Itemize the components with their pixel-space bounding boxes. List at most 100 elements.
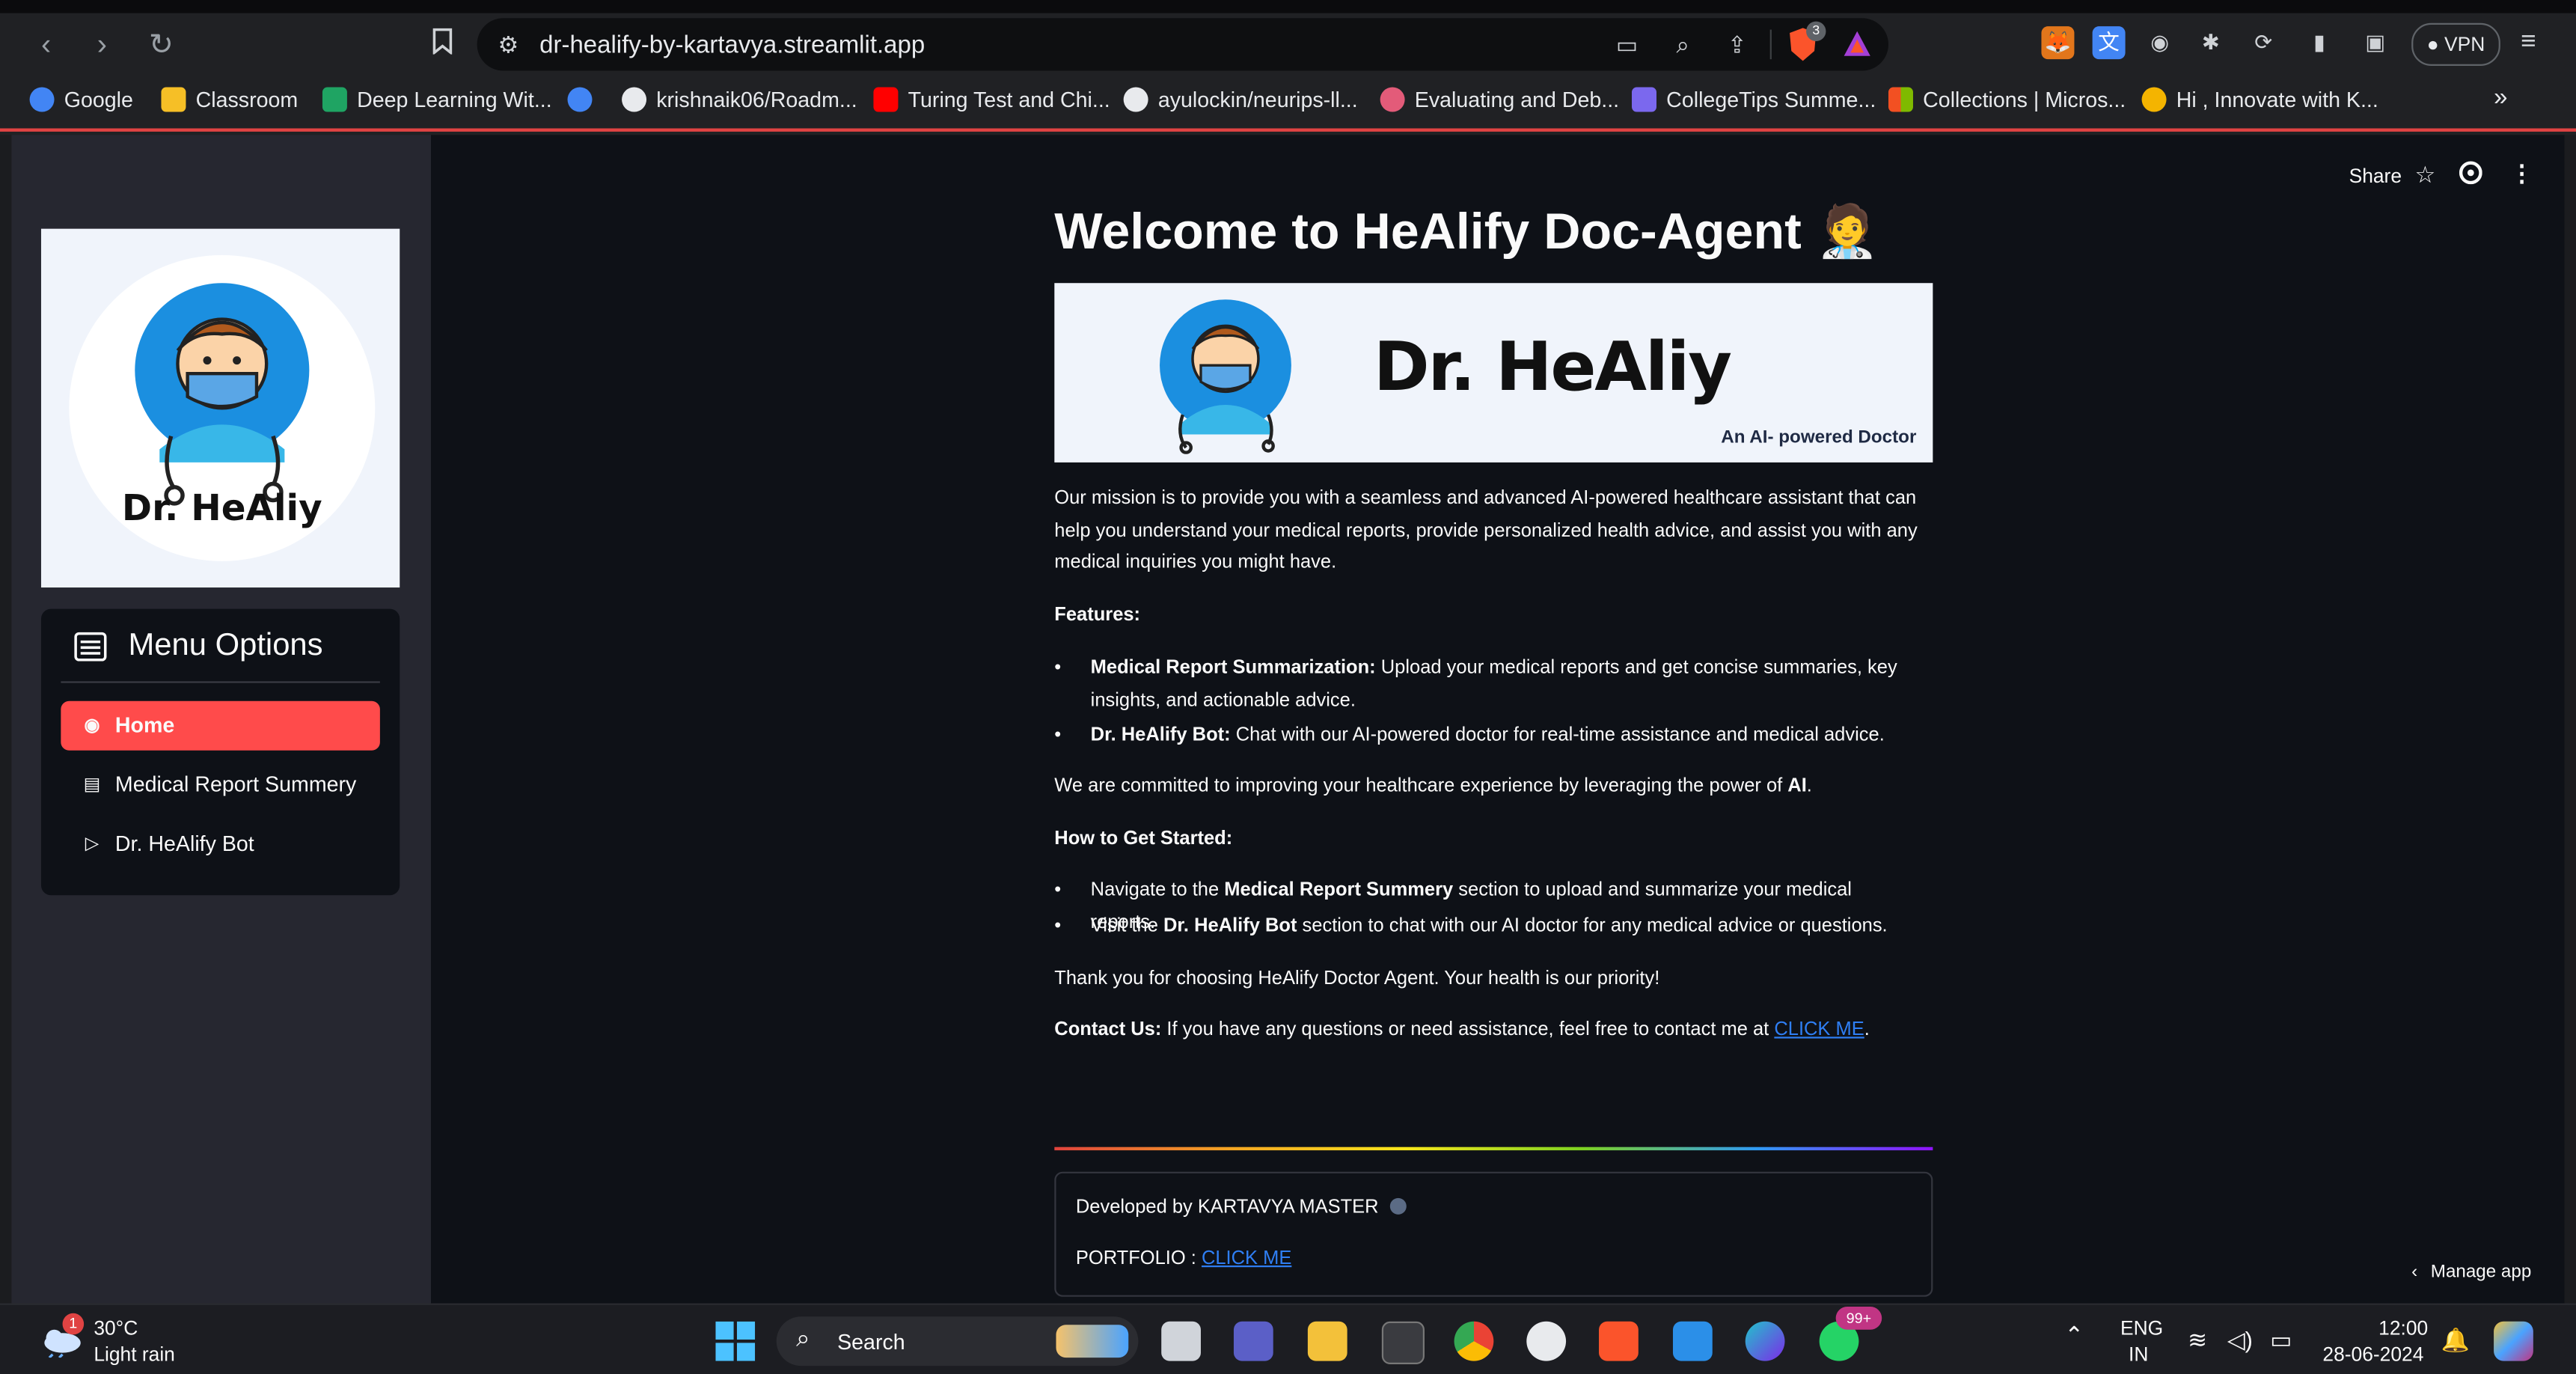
option-menu: Menu Options ◉ Home ▤ Medical Report Sum… (40, 608, 400, 896)
metamask-icon[interactable]: 🦊 (2041, 26, 2075, 60)
menu-icon[interactable]: ≡ (2512, 26, 2545, 59)
youtube-icon (873, 87, 899, 112)
menu-list-icon (74, 632, 107, 662)
bookmark-item[interactable]: Collections | Micros... (1888, 87, 2126, 112)
wandb-icon (1380, 87, 1405, 112)
google-icon (29, 87, 55, 112)
github-icon[interactable] (2459, 161, 2482, 189)
search-label: Search (837, 1329, 905, 1355)
badge-icon (1390, 1197, 1407, 1215)
clock-date[interactable]: 28-06-2024 (2322, 1343, 2423, 1366)
brave-shields-icon[interactable]: 3 (1787, 21, 1826, 62)
menu-title: Menu Options (128, 629, 323, 664)
bookmark-item[interactable]: CollegeTips Summe... (1632, 87, 1876, 112)
address-bar[interactable]: ⚙ dr-healify-by-kartavya.streamlit.app ▭… (477, 18, 1888, 71)
weather-temp[interactable]: 30°C (94, 1316, 138, 1340)
teams-icon[interactable] (1233, 1321, 1273, 1361)
back-icon[interactable]: ‹ (30, 28, 63, 61)
weather-desc[interactable]: Light rain (94, 1343, 175, 1366)
contact-link[interactable]: CLICK ME (1774, 1019, 1864, 1040)
site-settings-icon[interactable]: ⚙ (494, 31, 524, 59)
menu-item-healify-bot[interactable]: ▷ Dr. HeAlify Bot (61, 819, 380, 869)
chevron-left-icon: ‹ (2411, 1262, 2418, 1283)
wifi-icon[interactable]: ≋ (2188, 1326, 2207, 1354)
more-bookmarks-icon[interactable]: » (2494, 84, 2507, 112)
avatar-icon (2141, 87, 2167, 112)
menu-item-label: Dr. HeAlify Bot (114, 831, 254, 856)
person-circle-icon: ◉ (84, 715, 100, 736)
play-icon: ▷ (85, 834, 100, 855)
leo-icon[interactable]: ⟳ (2247, 26, 2280, 59)
divider (61, 681, 380, 683)
taskbar-search[interactable]: ⌕ Search (776, 1316, 1139, 1367)
reload-icon[interactable]: ↻ (144, 28, 177, 61)
vpn-label: VPN (2444, 32, 2485, 56)
bookmark-item[interactable]: Turing Test and Chi... (873, 87, 1110, 112)
notification-bell-icon[interactable]: 🔔 (2441, 1326, 2470, 1354)
menu-item-home[interactable]: ◉ Home (61, 700, 380, 751)
window-edge (0, 135, 12, 1304)
contact-text: Contact Us: If you have any questions or… (1054, 1019, 1870, 1040)
zoom-icon[interactable]: ⌕ (1668, 31, 1698, 59)
bookmark-item[interactable]: Evaluating and Deb... (1380, 87, 1619, 112)
portfolio-link[interactable]: CLICK ME (1202, 1248, 1291, 1269)
page-title: Welcome to HeAlify Doc-Agent 🧑‍⚕️ (1054, 202, 1879, 260)
lang-top[interactable]: ENG (2120, 1316, 2163, 1340)
bookmark-item[interactable]: Google (29, 87, 133, 112)
install-app-icon[interactable]: ▭ (1612, 31, 1642, 59)
vscode-icon[interactable] (1672, 1321, 1713, 1361)
canva-icon[interactable] (1745, 1321, 1785, 1361)
whatsapp-icon[interactable]: 99+ (1819, 1307, 1882, 1361)
microsoft-icon (1888, 87, 1913, 112)
brave-rewards-icon[interactable] (1842, 30, 1872, 66)
banner-tagline: An AI- powered Doctor (1721, 427, 1917, 448)
bullet-dot: • (1054, 724, 1062, 746)
notion-icon[interactable] (1381, 1321, 1425, 1364)
translate-icon[interactable]: 文 (2092, 26, 2126, 60)
url-text[interactable]: dr-healify-by-kartavya.streamlit.app (539, 31, 925, 59)
share-button[interactable]: Share (2349, 165, 2402, 188)
more-options-icon[interactable]: ⋮ (2510, 159, 2533, 187)
menu-item-medical-report[interactable]: ▤ Medical Report Summery (61, 760, 380, 810)
task-view-icon[interactable] (1161, 1321, 1201, 1361)
lang-bottom[interactable]: IN (2129, 1343, 2148, 1366)
star-icon[interactable]: ☆ (2415, 162, 2436, 189)
sidebar-toggle-icon[interactable]: ▮ (2303, 26, 2336, 59)
menu-item-label: Home (114, 712, 175, 738)
github-icon (622, 87, 647, 112)
camera-icon[interactable]: ◉ (2144, 26, 2176, 59)
manage-app-button[interactable]: ‹ Manage app (2411, 1262, 2531, 1282)
weather-icon[interactable]: 1 (40, 1313, 85, 1359)
chrome-icon[interactable] (1454, 1321, 1494, 1361)
chevron-up-icon[interactable]: ⌃ (2064, 1322, 2084, 1349)
search-icon: ⌕ (796, 1325, 810, 1353)
volume-icon[interactable]: ◁) (2227, 1326, 2253, 1354)
share-page-icon[interactable]: ⇪ (1722, 31, 1752, 59)
browser-window: ‹ › ↻ ⚙ dr-healify-by-kartavya.streamlit… (0, 0, 2576, 1374)
browser-toolbar: ‹ › ↻ ⚙ dr-healify-by-kartavya.streamlit… (0, 13, 2576, 76)
bullet-dot: • (1054, 879, 1062, 900)
hero-banner: Dr. HeAliy An AI- powered Doctor (1054, 283, 1933, 462)
github-icon (1123, 87, 1148, 112)
tab-strip (0, 0, 2576, 13)
extensions-icon[interactable]: ✱ (2194, 26, 2227, 59)
copilot-icon[interactable] (2494, 1321, 2533, 1361)
bookmark-item[interactable]: krishnaik06/Roadm... (622, 87, 857, 112)
bookmark-item[interactable]: Deep Learning Wit... (322, 87, 552, 112)
bookmark-item[interactable] (567, 87, 602, 112)
battery-icon[interactable]: ▭ (2270, 1326, 2292, 1354)
bookmark-item[interactable]: Hi , Innovate with K... (2141, 87, 2378, 112)
vpn-button[interactable]: ● VPN (2411, 22, 2500, 66)
github-desktop-icon[interactable] (1526, 1321, 1567, 1361)
bookmark-item[interactable]: Classroom (161, 87, 298, 112)
bookmark-item[interactable]: ayulockin/neurips-ll... (1123, 87, 1358, 112)
file-explorer-icon[interactable] (1307, 1321, 1347, 1361)
windows-start-icon[interactable] (715, 1321, 756, 1361)
thanks-text: Thank you for choosing HeAlify Doctor Ag… (1054, 968, 1660, 989)
brave-icon[interactable] (1599, 1321, 1639, 1361)
wallet-icon[interactable]: ▣ (2359, 26, 2392, 59)
forward-icon[interactable]: › (85, 28, 118, 61)
clock-time[interactable]: 12:00 (2378, 1316, 2428, 1340)
doctor-avatar-icon (1160, 299, 1291, 454)
bookmark-page-icon[interactable] (431, 28, 454, 61)
